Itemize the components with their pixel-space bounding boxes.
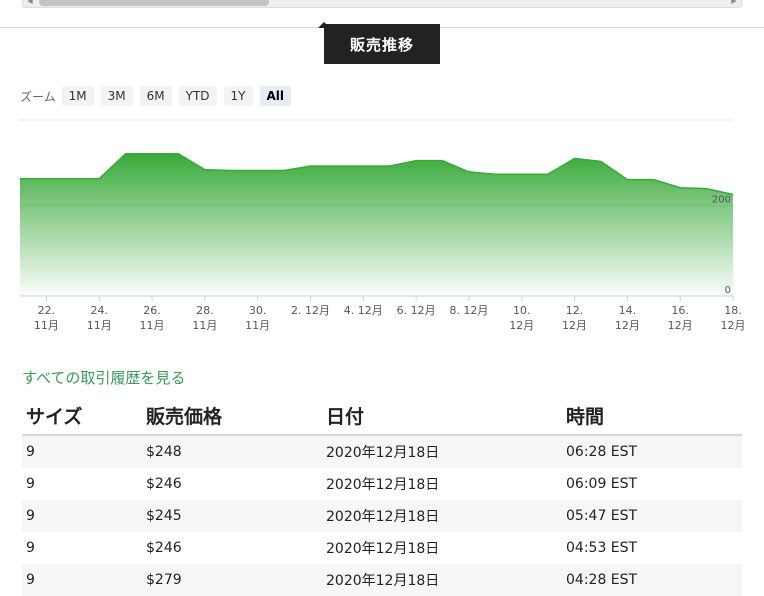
column-header-size: サイズ (22, 396, 142, 436)
x-tick-label-month: 11月 (87, 319, 112, 332)
zoom-6m-button[interactable]: 6M (139, 86, 172, 106)
scrollbar-thumb[interactable] (39, 0, 269, 6)
cell-time: 06:28 EST (562, 435, 742, 468)
cell-price: $246 (146, 476, 182, 492)
cell-time: 04:53 EST (566, 540, 638, 556)
cell-date: 2020年12月18日 (322, 435, 562, 468)
column-header-price: 販売価格 (142, 396, 322, 436)
zoom-label: ズーム (20, 89, 56, 104)
cell-date: 2020年12月18日 (326, 477, 440, 493)
zoom-all-button[interactable]: All (259, 86, 292, 106)
cell-price: $245 (142, 500, 322, 532)
x-tick-label: 24. (90, 304, 108, 317)
cell-date: 2020年12月18日 (322, 564, 562, 596)
x-tick-label: 28. (196, 304, 214, 317)
x-tick-label: 12. (566, 304, 584, 317)
column-header-date: 日付 (322, 396, 562, 436)
view-all-sales-link[interactable]: すべての取引履歴を見る (22, 367, 185, 388)
x-tick-label: 30. (249, 304, 267, 317)
scroll-left-icon[interactable]: ◀ (25, 0, 35, 5)
x-tick-label: 10. (513, 304, 531, 317)
y-tick-label: 200 (712, 195, 731, 206)
table-row: 9 $248 2020年12月18日 06:28 EST (22, 435, 742, 468)
table-row: 9 $246 2020年12月18日 04:53 EST (22, 532, 742, 564)
table-header-row: サイズ 販売価格 日付 時間 (22, 396, 742, 436)
x-tick-label: 26. (143, 304, 161, 317)
x-tick-label-month: 11月 (140, 319, 165, 332)
x-tick-label-month: 11月 (245, 319, 270, 332)
section-title: 販売推移 (324, 24, 440, 64)
sales-chart-svg: 200 0 22. 11月 24. 11月 26. 11月 28. 11月 30. 11月 2. 12月… (20, 119, 746, 332)
sales-table: サイズ 販売価格 日付 時間 9 $248 2020年12月18日 06:28 … (22, 396, 742, 596)
cell-size: 9 (26, 540, 35, 556)
zoom-controls: ズーム 1M 3M 6M YTD 1Y All (20, 84, 298, 108)
x-tick-label: 18. (724, 304, 742, 317)
x-tick-label-month: 12月 (668, 319, 693, 332)
table-row: 9 $246 2020年12月18日 06:09 EST (22, 468, 742, 500)
x-tick-label: 8. 12月 (449, 304, 488, 317)
x-tick-label: 4. 12月 (344, 304, 383, 317)
x-tick-label: 6. 12月 (397, 304, 436, 317)
column-header-time: 時間 (562, 396, 742, 436)
cell-price: $246 (146, 540, 182, 556)
zoom-3m-button[interactable]: 3M (100, 86, 133, 106)
cell-price: $248 (142, 435, 322, 468)
cell-size: 9 (22, 500, 142, 532)
x-tick-label: 22. (38, 304, 56, 317)
table-row: 9 $245 2020年12月18日 05:47 EST (22, 500, 742, 532)
y-tick-label: 0 (725, 285, 731, 296)
zoom-ytd-button[interactable]: YTD (178, 86, 217, 106)
cell-size: 9 (26, 476, 35, 492)
cell-date: 2020年12月18日 (322, 500, 562, 532)
cell-date: 2020年12月18日 (326, 541, 440, 557)
x-tick-label: 16. (671, 304, 689, 317)
x-tick-label: 2. 12月 (291, 304, 330, 317)
sales-area (20, 153, 733, 296)
sales-chart: 200 0 22. 11月 24. 11月 26. 11月 28. 11月 30. 11月 2. 12月… (0, 110, 764, 340)
x-tick-label-month: 11月 (192, 319, 217, 332)
table-row: 9 $279 2020年12月18日 04:28 EST (22, 564, 742, 596)
cell-time: 04:28 EST (562, 564, 742, 596)
horizontal-scrollbar[interactable]: ◀ ▶ (22, 0, 742, 8)
cell-size: 9 (22, 435, 142, 468)
x-tick-label-month: 12月 (721, 319, 746, 332)
cell-time: 06:09 EST (566, 476, 638, 492)
cell-size: 9 (22, 564, 142, 596)
x-tick-label-month: 12月 (615, 319, 640, 332)
scroll-right-icon[interactable]: ▶ (729, 0, 739, 5)
x-tick-label-month: 11月 (34, 319, 59, 332)
x-tick-label: 14. (619, 304, 637, 317)
cell-price: $279 (142, 564, 322, 596)
cell-time: 05:47 EST (562, 500, 742, 532)
zoom-1m-button[interactable]: 1M (61, 86, 94, 106)
zoom-1y-button[interactable]: 1Y (223, 86, 253, 106)
x-tick-label-month: 12月 (509, 319, 534, 332)
x-tick-label-month: 12月 (562, 319, 587, 332)
